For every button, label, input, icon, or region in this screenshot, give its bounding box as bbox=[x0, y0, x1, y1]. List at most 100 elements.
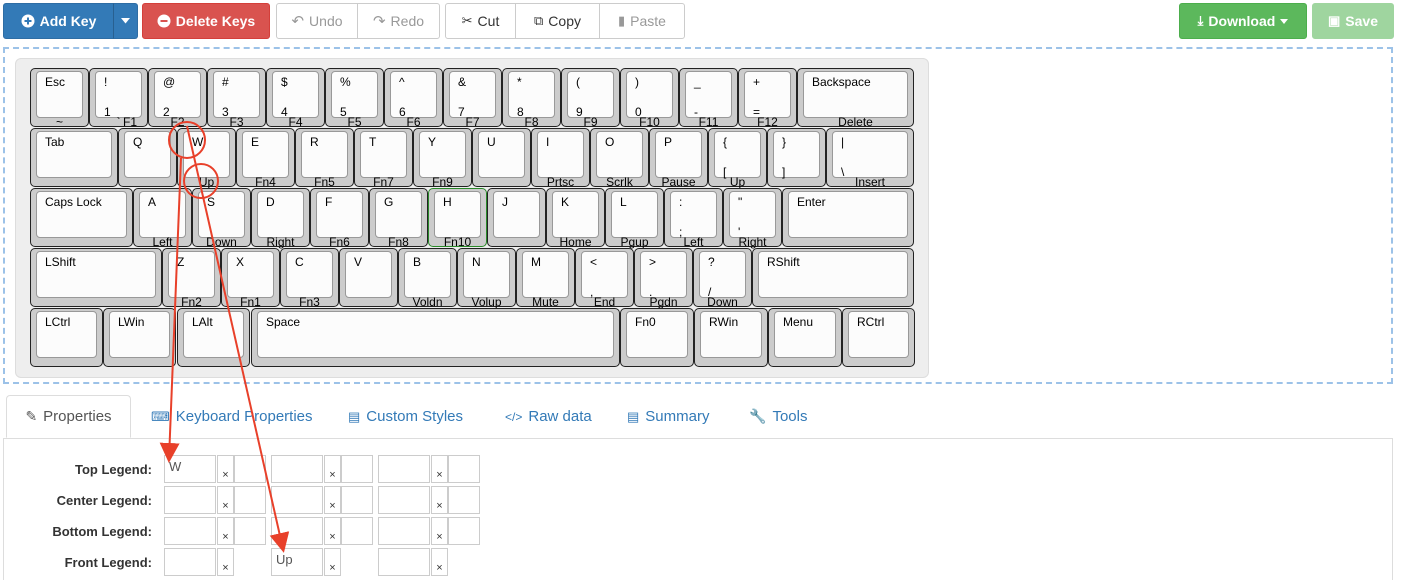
key[interactable]: L Pgup bbox=[605, 188, 664, 249]
tab-tools[interactable]: 🔧 Tools bbox=[749, 395, 807, 438]
keyboard-editor[interactable]: Esc ~! 1 ` F1 @2 F2 #3 F3 $4 F4% 5 F5 ^ 6 F6 & 7 F7 * 8 F8(9 F… bbox=[3, 47, 1393, 384]
legend-input[interactable] bbox=[164, 517, 216, 545]
key[interactable]: X Fn1 bbox=[221, 248, 280, 309]
key[interactable]: ? / Down bbox=[693, 248, 752, 309]
cut-button[interactable]: ✂ Cut bbox=[445, 3, 516, 39]
key[interactable]: Space bbox=[251, 308, 620, 367]
tab-summary[interactable]: ▤ Summary bbox=[627, 395, 709, 438]
clear-legend-button[interactable]: × bbox=[431, 455, 448, 483]
key[interactable]: $4 F4 bbox=[266, 68, 325, 129]
key[interactable]: >. Pgdn bbox=[634, 248, 693, 309]
add-key-dropdown-button[interactable] bbox=[113, 3, 138, 39]
legend-input[interactable] bbox=[271, 486, 323, 514]
key[interactable]: Z Fn2 bbox=[162, 248, 221, 309]
legend-input[interactable] bbox=[448, 455, 480, 483]
legend-input[interactable] bbox=[341, 455, 373, 483]
tab-custom-styles[interactable]: ▤ Custom Styles bbox=[348, 395, 463, 438]
key[interactable]: Enter bbox=[782, 188, 914, 247]
key[interactable]: R Fn5 bbox=[295, 128, 354, 189]
legend-input[interactable]: W bbox=[164, 455, 216, 483]
copy-button[interactable]: ⧉ Copy bbox=[515, 3, 600, 39]
key[interactable]: LShift bbox=[30, 248, 162, 307]
key[interactable]: I Prtsc bbox=[531, 128, 590, 189]
key[interactable]: <, End bbox=[575, 248, 634, 309]
key[interactable]: :; Left bbox=[664, 188, 723, 249]
legend-input[interactable] bbox=[378, 548, 430, 576]
clear-legend-button[interactable]: × bbox=[324, 455, 341, 483]
key[interactable]: Menu bbox=[768, 308, 842, 367]
key[interactable]: % 5 F5 bbox=[325, 68, 384, 129]
legend-input[interactable] bbox=[341, 486, 373, 514]
key[interactable]: * 8 F8 bbox=[502, 68, 561, 129]
key[interactable]: LAlt bbox=[177, 308, 250, 367]
key[interactable]: D Right bbox=[251, 188, 310, 249]
key[interactable]: " ' Right bbox=[723, 188, 782, 249]
key[interactable]: ! 1 ` F1 bbox=[89, 68, 148, 129]
clear-legend-button[interactable]: × bbox=[217, 486, 234, 514]
clear-legend-button[interactable]: × bbox=[324, 486, 341, 514]
clear-legend-button[interactable]: × bbox=[217, 548, 234, 576]
legend-input[interactable] bbox=[378, 517, 430, 545]
redo-button[interactable]: ↷ Redo bbox=[357, 3, 440, 39]
key[interactable]: _ - F11 bbox=[679, 68, 738, 129]
clear-legend-button[interactable]: × bbox=[431, 548, 448, 576]
key[interactable]: Fn0 bbox=[620, 308, 694, 367]
save-button[interactable]: ▣ Save bbox=[1312, 3, 1394, 39]
key[interactable]: Backspace Delete bbox=[797, 68, 914, 129]
key[interactable]: Esc ~ bbox=[30, 68, 89, 129]
undo-button[interactable]: ↶ Undo bbox=[276, 3, 358, 39]
legend-input[interactable] bbox=[271, 517, 323, 545]
add-key-button[interactable]: Add Key bbox=[3, 3, 114, 39]
legend-input[interactable] bbox=[234, 517, 266, 545]
legend-input[interactable] bbox=[164, 486, 216, 514]
legend-input[interactable] bbox=[234, 486, 266, 514]
key[interactable]: B Voldn bbox=[398, 248, 457, 309]
clear-legend-button[interactable]: × bbox=[217, 455, 234, 483]
clear-legend-button[interactable]: × bbox=[324, 548, 341, 576]
legend-input[interactable]: Up bbox=[271, 548, 323, 576]
legend-input[interactable] bbox=[341, 517, 373, 545]
key[interactable]: }] bbox=[767, 128, 826, 187]
key[interactable]: G Fn8 bbox=[369, 188, 428, 249]
key[interactable]: E Fn4 bbox=[236, 128, 295, 189]
key[interactable]: Y Fn9 bbox=[413, 128, 472, 189]
key[interactable]: P Pause bbox=[649, 128, 708, 189]
legend-input[interactable] bbox=[271, 455, 323, 483]
key[interactable]: V bbox=[339, 248, 398, 307]
key[interactable]: #3 F3 bbox=[207, 68, 266, 129]
key[interactable]: T Fn7 bbox=[354, 128, 413, 189]
key[interactable]: RWin bbox=[694, 308, 768, 367]
key[interactable]: ^ 6 F6 bbox=[384, 68, 443, 129]
tab-keyboard-properties[interactable]: ⌨ Keyboard Properties bbox=[151, 395, 313, 438]
key[interactable]: @2 F2 bbox=[148, 68, 207, 129]
key[interactable]: RShift bbox=[752, 248, 914, 307]
key[interactable]: H Fn10 bbox=[428, 188, 487, 249]
clear-legend-button[interactable]: × bbox=[324, 517, 341, 545]
clear-legend-button[interactable]: × bbox=[217, 517, 234, 545]
key[interactable]: M Mute bbox=[516, 248, 575, 309]
key[interactable]: ) 0 F10 bbox=[620, 68, 679, 129]
key[interactable]: LCtrl bbox=[30, 308, 103, 367]
key[interactable]: J bbox=[487, 188, 546, 247]
key[interactable]: Tab bbox=[30, 128, 118, 187]
delete-keys-button[interactable]: Delete Keys bbox=[142, 3, 270, 39]
key[interactable]: S Down bbox=[192, 188, 251, 249]
key[interactable]: A Left bbox=[133, 188, 192, 249]
key[interactable]: K Home bbox=[546, 188, 605, 249]
key[interactable]: RCtrl bbox=[842, 308, 915, 367]
key[interactable]: C Fn3 bbox=[280, 248, 339, 309]
clear-legend-button[interactable]: × bbox=[431, 486, 448, 514]
key[interactable]: W Up bbox=[177, 128, 236, 189]
key[interactable]: F Fn6 bbox=[310, 188, 369, 249]
legend-input[interactable] bbox=[448, 517, 480, 545]
clear-legend-button[interactable]: × bbox=[431, 517, 448, 545]
key[interactable]: & 7 F7 bbox=[443, 68, 502, 129]
tab-properties[interactable]: ✎ Properties bbox=[6, 395, 131, 438]
key[interactable]: O Scrlk bbox=[590, 128, 649, 189]
key[interactable]: | \ Insert bbox=[826, 128, 914, 189]
legend-input[interactable] bbox=[448, 486, 480, 514]
legend-input[interactable] bbox=[378, 486, 430, 514]
legend-input[interactable] bbox=[378, 455, 430, 483]
key[interactable]: N Volup bbox=[457, 248, 516, 309]
key[interactable]: U bbox=[472, 128, 531, 187]
